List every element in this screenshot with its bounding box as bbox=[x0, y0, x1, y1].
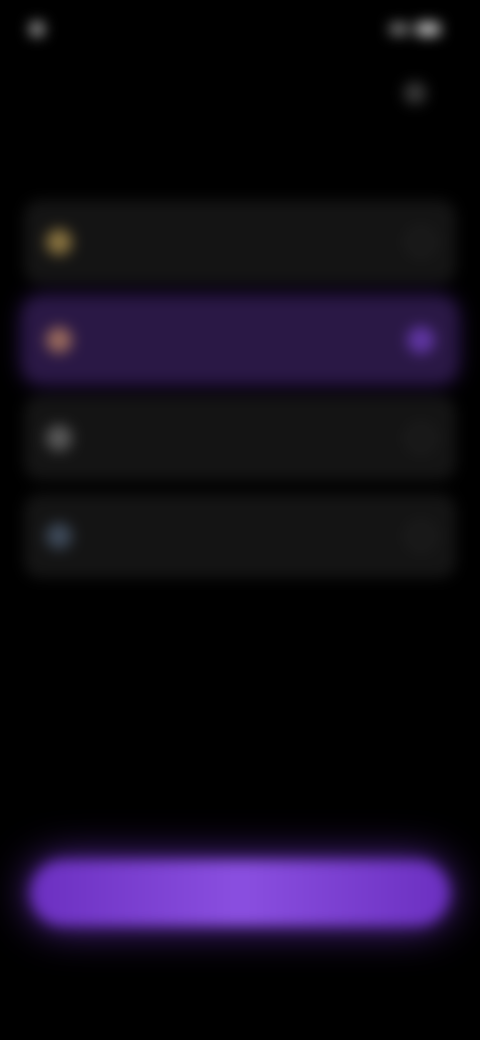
signal-icon bbox=[390, 24, 408, 34]
option-icon bbox=[46, 523, 72, 549]
option-list bbox=[24, 200, 456, 592]
status-left bbox=[30, 22, 56, 36]
option-item-selected[interactable] bbox=[24, 298, 456, 382]
radio-icon[interactable] bbox=[408, 523, 434, 549]
status-right bbox=[390, 23, 440, 35]
option-icon bbox=[46, 229, 72, 255]
battery-icon bbox=[416, 23, 440, 35]
option-icon bbox=[46, 327, 72, 353]
continue-button[interactable] bbox=[30, 860, 450, 926]
status-bar bbox=[30, 18, 440, 40]
option-item[interactable] bbox=[24, 396, 456, 480]
radio-checked-icon[interactable] bbox=[408, 327, 434, 353]
radio-icon[interactable] bbox=[408, 229, 434, 255]
option-item[interactable] bbox=[24, 200, 456, 284]
top-action-icon[interactable] bbox=[404, 82, 426, 104]
radio-icon[interactable] bbox=[408, 425, 434, 451]
status-indicator-icon bbox=[30, 22, 44, 36]
option-icon bbox=[46, 425, 72, 451]
screen bbox=[0, 0, 480, 1040]
option-item[interactable] bbox=[24, 494, 456, 578]
